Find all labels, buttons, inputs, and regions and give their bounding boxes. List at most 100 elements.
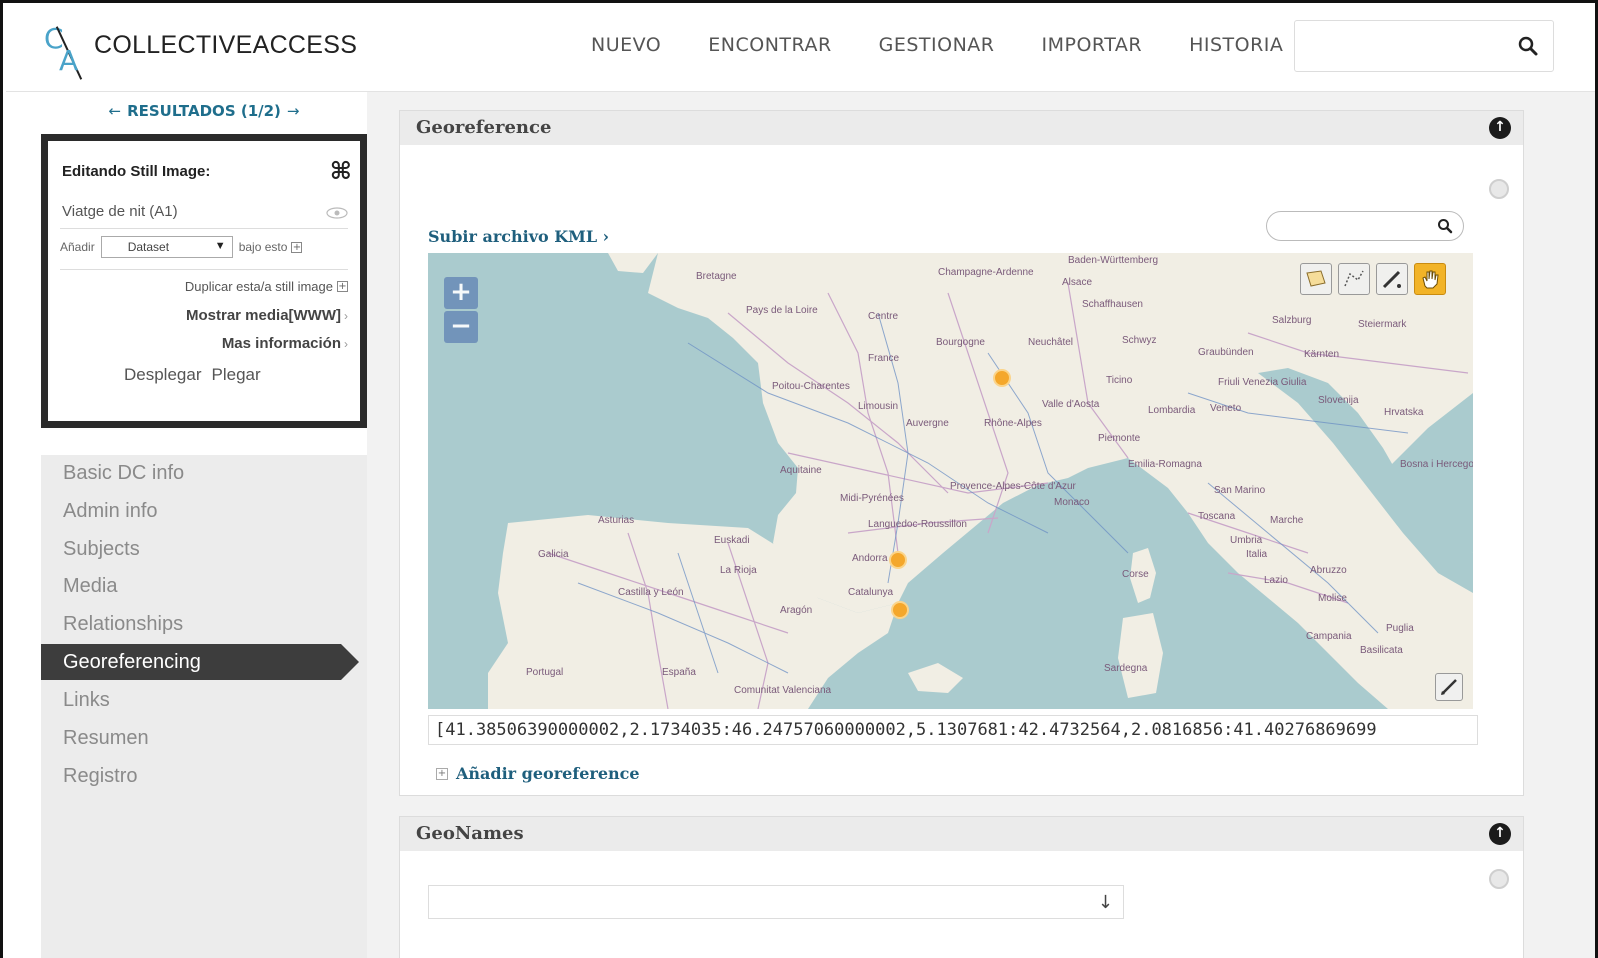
nav-historia[interactable]: HISTORIA <box>1189 34 1283 56</box>
map-label: Corse <box>1122 569 1149 580</box>
collapse-icon[interactable]: ↑ <box>1489 117 1511 139</box>
sidebar-item-basic-dc-info[interactable]: Basic DC info <box>63 455 353 491</box>
nav-importar[interactable]: IMPORTAR <box>1042 34 1143 56</box>
zoom-in-button[interactable]: + <box>444 277 478 309</box>
duplicate-plus-icon[interactable]: + <box>337 281 348 292</box>
add-type-select[interactable]: Dataset ▼ <box>100 236 233 258</box>
show-media-link[interactable]: Mostrar media[WWW] › <box>186 307 348 324</box>
map-label: La Rioja <box>720 565 757 576</box>
map-label: Bourgogne <box>936 337 985 348</box>
map-label: Lazio <box>1264 575 1288 586</box>
map-label: Centre <box>868 311 899 322</box>
map-label: Toscana <box>1198 511 1236 522</box>
more-info-label[interactable]: Mas información <box>222 335 341 352</box>
map-label: Rhône-Alpes <box>984 418 1042 429</box>
sidebar-item-subjects[interactable]: Subjects <box>63 531 353 567</box>
map-label: Provence-Alpes-Côte d'Azur <box>950 481 1076 492</box>
panel-header: GeoNames ↑ <box>400 817 1523 851</box>
command-icon[interactable]: ⌘ <box>330 157 352 185</box>
sidebar-item-links[interactable]: Links <box>63 682 353 718</box>
map-label: Kärnten <box>1304 349 1340 360</box>
map-label: Alsace <box>1062 277 1093 288</box>
draw-polygon-tool-icon[interactable] <box>1300 263 1332 295</box>
map-label: Poitou-Charentes <box>772 381 850 392</box>
map-label: Umbria <box>1230 535 1263 546</box>
zoom-out-button[interactable]: − <box>444 311 478 343</box>
map-label: Basilicata <box>1360 645 1403 656</box>
duplicate-link[interactable]: Duplicar esta/a still image <box>185 279 333 294</box>
add-plus-icon[interactable]: + <box>436 767 448 780</box>
add-georeference-link[interactable]: + Añadir georeference <box>436 764 640 783</box>
map-label: Lombardia <box>1148 405 1196 416</box>
map-label: Sardegna <box>1104 663 1148 674</box>
editing-inspector: Editando Still Image: ⌘ Viatge de nit (A… <box>41 134 367 428</box>
logo-text: COLLECTIVEACCESS <box>94 31 358 59</box>
sidebar-item-media[interactable]: Media <box>63 568 353 604</box>
map-label: San Marino <box>1214 485 1266 496</box>
upload-kml-link[interactable]: Subir archivo KML › <box>428 227 609 246</box>
map-label: Limousin <box>858 401 899 412</box>
results-prev-arrow[interactable]: ← <box>103 102 128 120</box>
edit-pencil-icon[interactable] <box>1435 673 1463 701</box>
results-label[interactable]: RESULTADOS (1/2) <box>127 102 281 120</box>
map-label: Graubünden <box>1198 347 1254 358</box>
down-arrow-icon[interactable]: ↓ <box>1098 892 1113 913</box>
eye-icon[interactable] <box>326 207 348 219</box>
expand-link[interactable]: Desplegar <box>124 365 202 384</box>
map-label: Molise <box>1318 593 1347 604</box>
map-marker[interactable] <box>889 551 907 569</box>
search-icon[interactable] <box>1437 218 1453 234</box>
pan-hand-tool-icon[interactable] <box>1414 263 1446 295</box>
map-label: Hrvatska <box>1384 407 1424 418</box>
nav-encontrar[interactable]: ENCONTRAR <box>708 34 831 56</box>
map-label: Pays de la Loire <box>746 305 818 316</box>
map-label: Andorra <box>852 553 888 564</box>
global-search-input[interactable] <box>1294 20 1554 72</box>
map-label: Bretagne <box>696 271 737 282</box>
map-label: Neuchâtel <box>1028 337 1074 348</box>
geonames-input[interactable]: ↓ <box>428 885 1124 919</box>
map-label: Schwyz <box>1122 335 1157 346</box>
map-label: Asturias <box>598 515 635 526</box>
collapse-icon[interactable]: ↑ <box>1489 823 1511 845</box>
map-label: España <box>662 667 696 678</box>
results-next-arrow[interactable]: → <box>281 102 306 120</box>
map-label: Galicia <box>538 549 569 560</box>
more-info-link[interactable]: Mas información › <box>222 335 348 352</box>
map-label: Campania <box>1306 631 1352 642</box>
show-media-label[interactable]: Mostrar media[WWW] <box>186 307 341 324</box>
duplicate-row[interactable]: Duplicar esta/a still image + <box>185 279 348 294</box>
remove-icon[interactable] <box>1489 179 1509 199</box>
sidebar-item-georeferencing[interactable]: Georeferencing <box>41 644 359 680</box>
geonames-panel: GeoNames ↑ ↓ <box>399 816 1524 958</box>
map-label: Baden-Württemberg <box>1068 255 1159 266</box>
map-marker[interactable] <box>993 369 1011 387</box>
sidebar-item-registro[interactable]: Registro <box>63 758 353 794</box>
nav-gestionar[interactable]: GESTIONAR <box>879 34 995 56</box>
collectiveaccess-logo[interactable]: C A COLLECTIVEACCESS <box>42 20 357 80</box>
coordinates-field[interactable]: [41.38506390000002,2.1734035:46.24757060… <box>428 715 1478 745</box>
sidebar-item-admin-info[interactable]: Admin info <box>63 493 353 529</box>
map-label: Catalunya <box>848 587 894 598</box>
nav-nuevo[interactable]: NUEVO <box>591 34 661 56</box>
map-label: Salzburg <box>1272 315 1312 326</box>
chevron-right-icon: › <box>344 309 348 323</box>
map-view[interactable]: Bretagne Pays de la Loire Centre France … <box>428 253 1473 709</box>
sidebar-item-relationships[interactable]: Relationships <box>63 606 353 642</box>
map-label: Aquitaine <box>780 465 822 476</box>
map-marker[interactable] <box>891 601 909 619</box>
add-plus-icon[interactable]: + <box>291 241 303 253</box>
map-search-input[interactable] <box>1266 211 1464 241</box>
expand-collapse-row: Desplegar Plegar <box>124 365 271 385</box>
results-pager: ← RESULTADOS (1/2) → <box>41 102 367 120</box>
collapse-link[interactable]: Plegar <box>212 365 261 384</box>
draw-point-tool-icon[interactable] <box>1376 263 1408 295</box>
map-label: Marche <box>1270 515 1304 526</box>
draw-path-tool-icon[interactable] <box>1338 263 1370 295</box>
map-label: Friuli Venezia Giulia <box>1218 377 1307 388</box>
add-georeference-label[interactable]: Añadir georeference <box>456 764 640 783</box>
map-label: Auvergne <box>906 418 949 429</box>
remove-icon[interactable] <box>1489 869 1509 889</box>
sidebar-item-resumen[interactable]: Resumen <box>63 720 353 756</box>
search-icon[interactable] <box>1517 35 1539 57</box>
